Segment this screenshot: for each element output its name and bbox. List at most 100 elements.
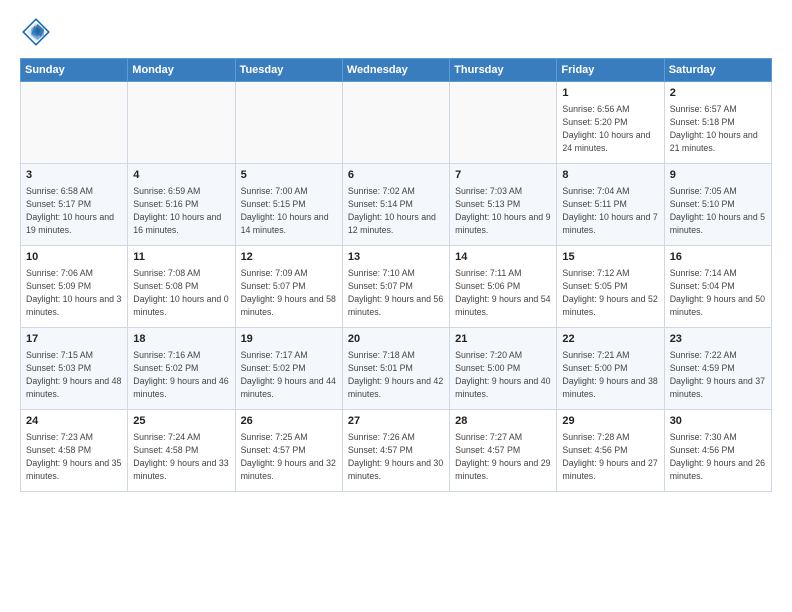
day-info: Sunrise: 7:12 AMSunset: 5:05 PMDaylight:…: [562, 267, 658, 318]
day-header-thursday: Thursday: [450, 59, 557, 82]
day-number: 7: [455, 168, 551, 183]
calendar-cell: [128, 82, 235, 164]
day-number: 3: [26, 168, 122, 183]
day-number: 18: [133, 332, 229, 347]
calendar-cell: 20 Sunrise: 7:18 AMSunset: 5:01 PMDayligh…: [342, 328, 449, 410]
day-number: 21: [455, 332, 551, 347]
day-header-monday: Monday: [128, 59, 235, 82]
calendar-header: SundayMondayTuesdayWednesdayThursdayFrid…: [21, 59, 772, 82]
calendar-cell: 17Sunrise: 7:15 AMSunset: 5:03 PMDayligh…: [21, 328, 128, 410]
calendar-cell: 9Sunrise: 7:05 AMSunset: 5:10 PMDaylight…: [664, 164, 771, 246]
day-info: Sunrise: 6:57 AMSunset: 5:18 PMDaylight:…: [670, 103, 766, 154]
calendar-cell: 1 Sunrise: 6:56 AMSunset: 5:20 PMDaylight…: [557, 82, 664, 164]
day-number: 13: [348, 250, 444, 265]
calendar-body: 1 Sunrise: 6:56 AMSunset: 5:20 PMDaylight…: [21, 82, 772, 492]
calendar-table: SundayMondayTuesdayWednesdayThursdayFrid…: [20, 58, 772, 492]
day-info: Sunrise: 7:14 AMSunset: 5:04 PMDaylight:…: [670, 267, 766, 318]
calendar-cell: 27Sunrise: 7:26 AMSunset: 4:57 PMDayligh…: [342, 410, 449, 492]
day-info: Sunrise: 7:00 AMSunset: 5:15 PMDaylight:…: [241, 185, 337, 236]
day-number: 16: [670, 250, 766, 265]
day-info: Sunrise: 7:04 AMSunset: 5:11 PMDaylight:…: [562, 185, 658, 236]
day-info: Sunrise: 6:56 AMSunset: 5:20 PMDaylight:…: [562, 103, 658, 154]
calendar-cell: 24 Sunrise: 7:23 AMSunset: 4:58 PMDayligh…: [21, 410, 128, 492]
calendar-cell: 13Sunrise: 7:10 AMSunset: 5:07 PMDayligh…: [342, 246, 449, 328]
day-info: Sunrise: 6:58 AMSunset: 5:17 PMDaylight:…: [26, 185, 122, 236]
calendar-cell: 28 Sunrise: 7:27 AMSunset: 4:57 PMDayligh…: [450, 410, 557, 492]
week-row-0: 1 Sunrise: 6:56 AMSunset: 5:20 PMDaylight…: [21, 82, 772, 164]
day-number: 4: [133, 168, 229, 183]
day-number: 17: [26, 332, 122, 347]
calendar-cell: 8 Sunrise: 7:04 AMSunset: 5:11 PMDaylight…: [557, 164, 664, 246]
week-row-2: 10 Sunrise: 7:06 AMSunset: 5:09 PMDayligh…: [21, 246, 772, 328]
day-info: Sunrise: 7:06 AMSunset: 5:09 PMDaylight:…: [26, 267, 122, 318]
calendar-cell: 5 Sunrise: 7:00 AMSunset: 5:15 PMDaylight…: [235, 164, 342, 246]
day-info: Sunrise: 7:22 AMSunset: 4:59 PMDaylight:…: [670, 349, 766, 400]
day-number: 28: [455, 414, 551, 429]
calendar-cell: 7 Sunrise: 7:03 AMSunset: 5:13 PMDaylight…: [450, 164, 557, 246]
day-info: Sunrise: 7:24 AMSunset: 4:58 PMDaylight:…: [133, 431, 229, 482]
calendar-cell: 30 Sunrise: 7:30 AMSunset: 4:56 PMDayligh…: [664, 410, 771, 492]
calendar-cell: 22Sunrise: 7:21 AMSunset: 5:00 PMDayligh…: [557, 328, 664, 410]
calendar-cell: 11 Sunrise: 7:08 AMSunset: 5:08 PMDayligh…: [128, 246, 235, 328]
calendar-cell: 6Sunrise: 7:02 AMSunset: 5:14 PMDaylight…: [342, 164, 449, 246]
logo: [20, 16, 58, 48]
day-info: Sunrise: 7:18 AMSunset: 5:01 PMDaylight:…: [348, 349, 444, 400]
calendar-cell: 21Sunrise: 7:20 AMSunset: 5:00 PMDayligh…: [450, 328, 557, 410]
day-header-friday: Friday: [557, 59, 664, 82]
calendar-cell: 3 Sunrise: 6:58 AMSunset: 5:17 PMDaylight…: [21, 164, 128, 246]
day-number: 27: [348, 414, 444, 429]
day-header-tuesday: Tuesday: [235, 59, 342, 82]
day-info: Sunrise: 7:16 AMSunset: 5:02 PMDaylight:…: [133, 349, 229, 400]
calendar-cell: 26 Sunrise: 7:25 AMSunset: 4:57 PMDayligh…: [235, 410, 342, 492]
calendar-cell: 25 Sunrise: 7:24 AMSunset: 4:58 PMDayligh…: [128, 410, 235, 492]
day-info: Sunrise: 7:25 AMSunset: 4:57 PMDaylight:…: [241, 431, 337, 482]
calendar-cell: 23 Sunrise: 7:22 AMSunset: 4:59 PMDayligh…: [664, 328, 771, 410]
calendar-cell: 14Sunrise: 7:11 AMSunset: 5:06 PMDayligh…: [450, 246, 557, 328]
day-number: 5: [241, 168, 337, 183]
day-info: Sunrise: 7:30 AMSunset: 4:56 PMDaylight:…: [670, 431, 766, 482]
day-number: 8: [562, 168, 658, 183]
day-number: 23: [670, 332, 766, 347]
day-header-sunday: Sunday: [21, 59, 128, 82]
day-header-wednesday: Wednesday: [342, 59, 449, 82]
day-info: Sunrise: 7:03 AMSunset: 5:13 PMDaylight:…: [455, 185, 551, 236]
day-number: 24: [26, 414, 122, 429]
day-number: 25: [133, 414, 229, 429]
calendar-cell: 10 Sunrise: 7:06 AMSunset: 5:09 PMDayligh…: [21, 246, 128, 328]
page-header: [20, 16, 772, 48]
calendar-cell: [21, 82, 128, 164]
day-info: Sunrise: 7:02 AMSunset: 5:14 PMDaylight:…: [348, 185, 444, 236]
day-header-saturday: Saturday: [664, 59, 771, 82]
calendar-cell: 19 Sunrise: 7:17 AMSunset: 5:02 PMDayligh…: [235, 328, 342, 410]
logo-icon: [20, 16, 52, 48]
day-headers-row: SundayMondayTuesdayWednesdayThursdayFrid…: [21, 59, 772, 82]
day-info: Sunrise: 7:23 AMSunset: 4:58 PMDaylight:…: [26, 431, 122, 482]
day-number: 12: [241, 250, 337, 265]
day-number: 1: [562, 86, 658, 101]
calendar-cell: 16 Sunrise: 7:14 AMSunset: 5:04 PMDayligh…: [664, 246, 771, 328]
calendar-cell: [342, 82, 449, 164]
day-number: 19: [241, 332, 337, 347]
calendar-cell: [235, 82, 342, 164]
day-info: Sunrise: 7:21 AMSunset: 5:00 PMDaylight:…: [562, 349, 658, 400]
week-row-3: 17Sunrise: 7:15 AMSunset: 5:03 PMDayligh…: [21, 328, 772, 410]
week-row-4: 24 Sunrise: 7:23 AMSunset: 4:58 PMDayligh…: [21, 410, 772, 492]
day-info: Sunrise: 7:08 AMSunset: 5:08 PMDaylight:…: [133, 267, 229, 318]
day-number: 11: [133, 250, 229, 265]
day-info: Sunrise: 7:28 AMSunset: 4:56 PMDaylight:…: [562, 431, 658, 482]
day-number: 20: [348, 332, 444, 347]
calendar-cell: 15Sunrise: 7:12 AMSunset: 5:05 PMDayligh…: [557, 246, 664, 328]
day-info: Sunrise: 6:59 AMSunset: 5:16 PMDaylight:…: [133, 185, 229, 236]
day-info: Sunrise: 7:27 AMSunset: 4:57 PMDaylight:…: [455, 431, 551, 482]
day-info: Sunrise: 7:17 AMSunset: 5:02 PMDaylight:…: [241, 349, 337, 400]
calendar-cell: 2Sunrise: 6:57 AMSunset: 5:18 PMDaylight…: [664, 82, 771, 164]
calendar-cell: 12Sunrise: 7:09 AMSunset: 5:07 PMDayligh…: [235, 246, 342, 328]
day-number: 9: [670, 168, 766, 183]
day-number: 30: [670, 414, 766, 429]
day-number: 14: [455, 250, 551, 265]
day-number: 10: [26, 250, 122, 265]
calendar-cell: 18 Sunrise: 7:16 AMSunset: 5:02 PMDayligh…: [128, 328, 235, 410]
day-number: 26: [241, 414, 337, 429]
day-number: 29: [562, 414, 658, 429]
calendar-cell: 4 Sunrise: 6:59 AMSunset: 5:16 PMDaylight…: [128, 164, 235, 246]
